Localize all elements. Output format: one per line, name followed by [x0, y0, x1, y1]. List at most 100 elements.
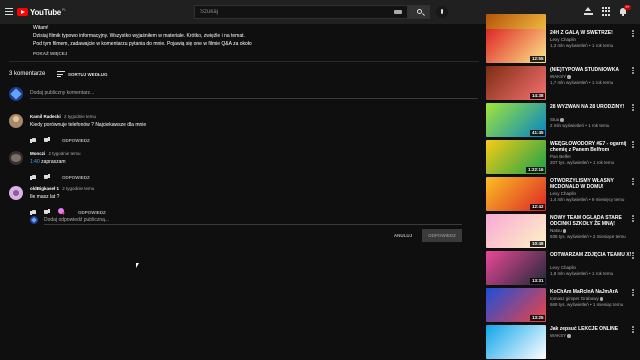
verified-badge-icon [567, 75, 571, 79]
dislike-icon[interactable] [44, 174, 50, 180]
hamburger-menu-icon[interactable] [5, 8, 13, 15]
comment-time[interactable]: 2 tygodnie temu [49, 151, 81, 156]
comment-time[interactable]: 2 tygodnie temu [64, 114, 96, 119]
video-duration: 10:48 [530, 241, 545, 247]
channel-name[interactable]: Lexy Chaplin [550, 191, 576, 196]
video-thumbnail[interactable]: 12:55 [486, 29, 546, 63]
like-icon[interactable] [30, 209, 36, 215]
comment-author[interactable]: oldBigkaseł 1 [30, 186, 59, 191]
recommended-video[interactable]: 12:55 24H Z GALĄ W SWETRZE! Lexy Chaplin 1,… [486, 29, 636, 63]
channel-name-text[interactable]: Natsu [550, 228, 562, 233]
recommended-video[interactable]: 41:45 28 WYZWAŃ NA 28 URODZINY! Stuu 2 mln … [486, 103, 636, 137]
video-timestamp-link[interactable]: 1:40 [30, 159, 40, 165]
comment-meta: Kamil Radecki 2 tygodnie temu [30, 114, 96, 119]
video-title[interactable]: Jak zepsuć LEKCJE ONLINE [550, 326, 636, 332]
video-thumbnail[interactable]: 14:38 [486, 66, 546, 100]
commenter-avatar[interactable] [9, 186, 23, 200]
recommended-video[interactable]: 13:25 KoChAm MaRcInA NaJmArA tomasz gimper… [486, 288, 636, 322]
reply-button[interactable]: ODPOWIEDZ [62, 138, 90, 143]
verified-badge-icon [562, 229, 567, 233]
video-title[interactable]: 28 WYZWAŃ NA 28 URODZINY! [550, 104, 636, 110]
more-options-icon[interactable] [632, 141, 634, 149]
channel-name-text[interactable]: Stuu [550, 117, 559, 122]
reply-button[interactable]: ODPOWIEDZ [62, 175, 90, 180]
commenter-avatar[interactable] [9, 151, 23, 165]
channel-name[interactable]: Stuu [550, 117, 564, 122]
recommended-video[interactable]: 13:31 ODTWARZAM ZDJĘCIA TEAMU X! Lexy Chap… [486, 251, 636, 285]
video-duration: 41:45 [530, 130, 545, 136]
channel-name-text[interactable]: tomasz gimper Grabowy [550, 296, 599, 301]
video-duration: 13:25 [530, 315, 545, 321]
description-line: Pod tym filmem, zadawajcie w komentarzu … [33, 41, 252, 47]
verified-badge-icon [560, 118, 564, 122]
video-title[interactable]: ODTWARZAM ZDJĘCIA TEAMU X! [550, 252, 636, 258]
comment-author[interactable]: Monczi [30, 151, 45, 156]
reply-button[interactable]: ODPOWIEDZ [78, 210, 106, 215]
commenter-avatar[interactable] [9, 114, 23, 128]
recommended-video[interactable]: 14:38 (NIE)TYPOWA STUDNIÓWKA WAKSY 1,7 mln … [486, 66, 636, 100]
comment-time[interactable]: 2 tygodnie temu [62, 186, 94, 191]
verified-badge-icon [599, 297, 604, 301]
video-thumbnail[interactable]: 13:25 [486, 288, 546, 322]
channel-name[interactable]: tomasz gimper Grabowy [550, 296, 604, 301]
more-options-icon[interactable] [632, 67, 634, 75]
keyboard-icon[interactable] [394, 10, 402, 14]
video-thumbnail[interactable]: 12:42 [486, 177, 546, 211]
video-title[interactable]: KoChAm MaRcInA NaJmArA [550, 289, 636, 295]
more-options-icon[interactable] [632, 215, 634, 223]
more-options-icon[interactable] [632, 104, 634, 112]
sort-icon[interactable] [57, 71, 65, 77]
more-options-icon[interactable] [632, 289, 634, 297]
channel-name[interactable]: Lexy Chaplin [550, 265, 576, 270]
video-thumbnail[interactable]: 1:22:16 [486, 140, 546, 174]
channel-name-text[interactable]: WAKSY [550, 333, 566, 338]
like-icon[interactable] [30, 174, 36, 180]
recommended-video[interactable]: 12:42 OTWORZYLIŚMY WŁASNY MCDONALD W DOMU… [486, 177, 636, 211]
reply-user-avatar [30, 216, 38, 224]
sort-button[interactable]: SORTUJ WEDŁUG [68, 72, 108, 77]
recommended-video[interactable]: 1:22:16 WEĘGŁOWODORY #E7 - ogarnij chemię… [486, 140, 636, 174]
recommended-video[interactable]: Jak zepsuć LEKCJE ONLINE WAKSY [486, 325, 636, 359]
recommended-video[interactable]: 10:48 NOWY TEAM OGLĄDA STARE ODCINKI SZKO… [486, 214, 636, 248]
channel-name[interactable]: WAKSY [550, 333, 571, 338]
search-button[interactable] [408, 5, 430, 19]
description-line: Dzisiaj filmik typowo informacyjny. Wszy… [33, 33, 245, 39]
cancel-reply-button[interactable]: ANULUJ [386, 229, 420, 242]
video-thumbnail[interactable]: 10:48 [486, 214, 546, 248]
video-thumbnail[interactable] [486, 325, 546, 359]
video-views: 1,8 mln wyświetleń • 1 rok temu [550, 271, 614, 276]
like-icon[interactable] [30, 137, 36, 143]
submit-reply-button[interactable]: ODPOWIEDZ [422, 229, 462, 242]
comment-author[interactable]: Kamil Radecki [30, 114, 61, 119]
more-options-icon[interactable] [632, 178, 634, 186]
youtube-logo[interactable]: YouTube PL [17, 7, 66, 17]
channel-name-text[interactable]: Lexy Chaplin [550, 191, 576, 196]
more-options-icon[interactable] [632, 326, 634, 334]
video-title[interactable]: (NIE)TYPOWA STUDNIÓWKA [550, 67, 636, 73]
more-options-icon[interactable] [632, 252, 634, 260]
channel-name-text[interactable]: WAKSY [550, 74, 566, 79]
channel-name-text[interactable]: Pan Belfer [550, 154, 571, 159]
channel-name[interactable]: WAKSY [550, 74, 571, 79]
comment-actions: ODPOWIEDZ [30, 136, 90, 144]
video-title[interactable]: 24H Z GALĄ W SWETRZE! [550, 30, 636, 36]
show-more-button[interactable]: POKAŻ WIĘCEJ [33, 51, 67, 56]
voice-search-button[interactable] [436, 6, 448, 18]
mouse-cursor-icon [136, 263, 141, 268]
channel-name[interactable]: Pan Belfer [550, 154, 571, 159]
reply-input[interactable] [44, 215, 462, 225]
more-options-icon[interactable] [632, 30, 634, 38]
channel-name-text[interactable]: Lexy Chaplin [550, 265, 576, 270]
channel-name-text[interactable]: Lexy Chaplin [550, 37, 576, 42]
video-thumbnail[interactable]: 13:31 [486, 251, 546, 285]
add-comment-input[interactable] [30, 87, 478, 99]
channel-name[interactable]: Lexy Chaplin [550, 37, 576, 42]
channel-name[interactable]: Natsu [550, 228, 567, 233]
video-thumbnail[interactable]: 41:45 [486, 103, 546, 137]
dislike-icon[interactable] [44, 137, 50, 143]
search-input[interactable] [195, 6, 381, 18]
video-title[interactable]: WEĘGŁOWODORY #E7 - ogarnij chemię z Pane… [550, 141, 636, 153]
video-title[interactable]: NOWY TEAM OGLĄDA STARE ODCINKI SZKOŁY ŻE… [550, 215, 636, 227]
video-title[interactable]: OTWORZYLIŚMY WŁASNY MCDONALD W DOMU! [550, 178, 636, 190]
logo-country-code: PL [61, 8, 67, 12]
